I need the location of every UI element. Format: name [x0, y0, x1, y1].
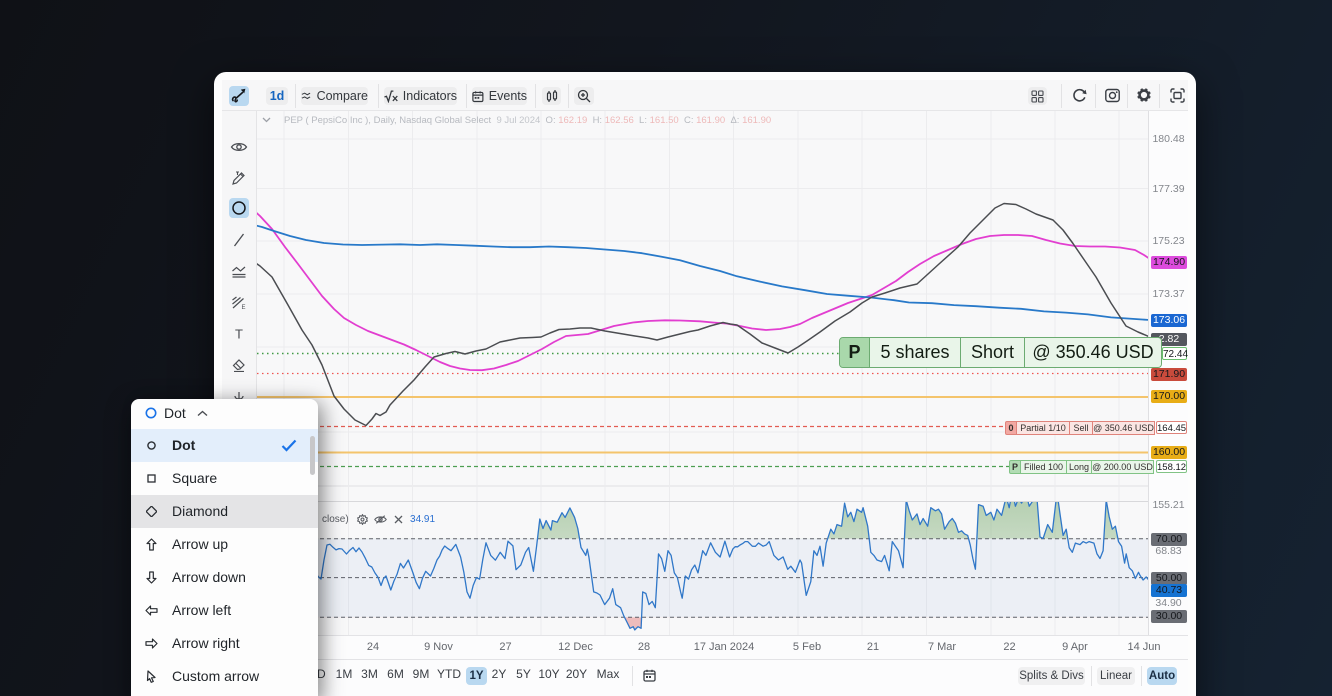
svg-text:E: E [242, 305, 246, 310]
svg-text:T: T [235, 327, 243, 340]
